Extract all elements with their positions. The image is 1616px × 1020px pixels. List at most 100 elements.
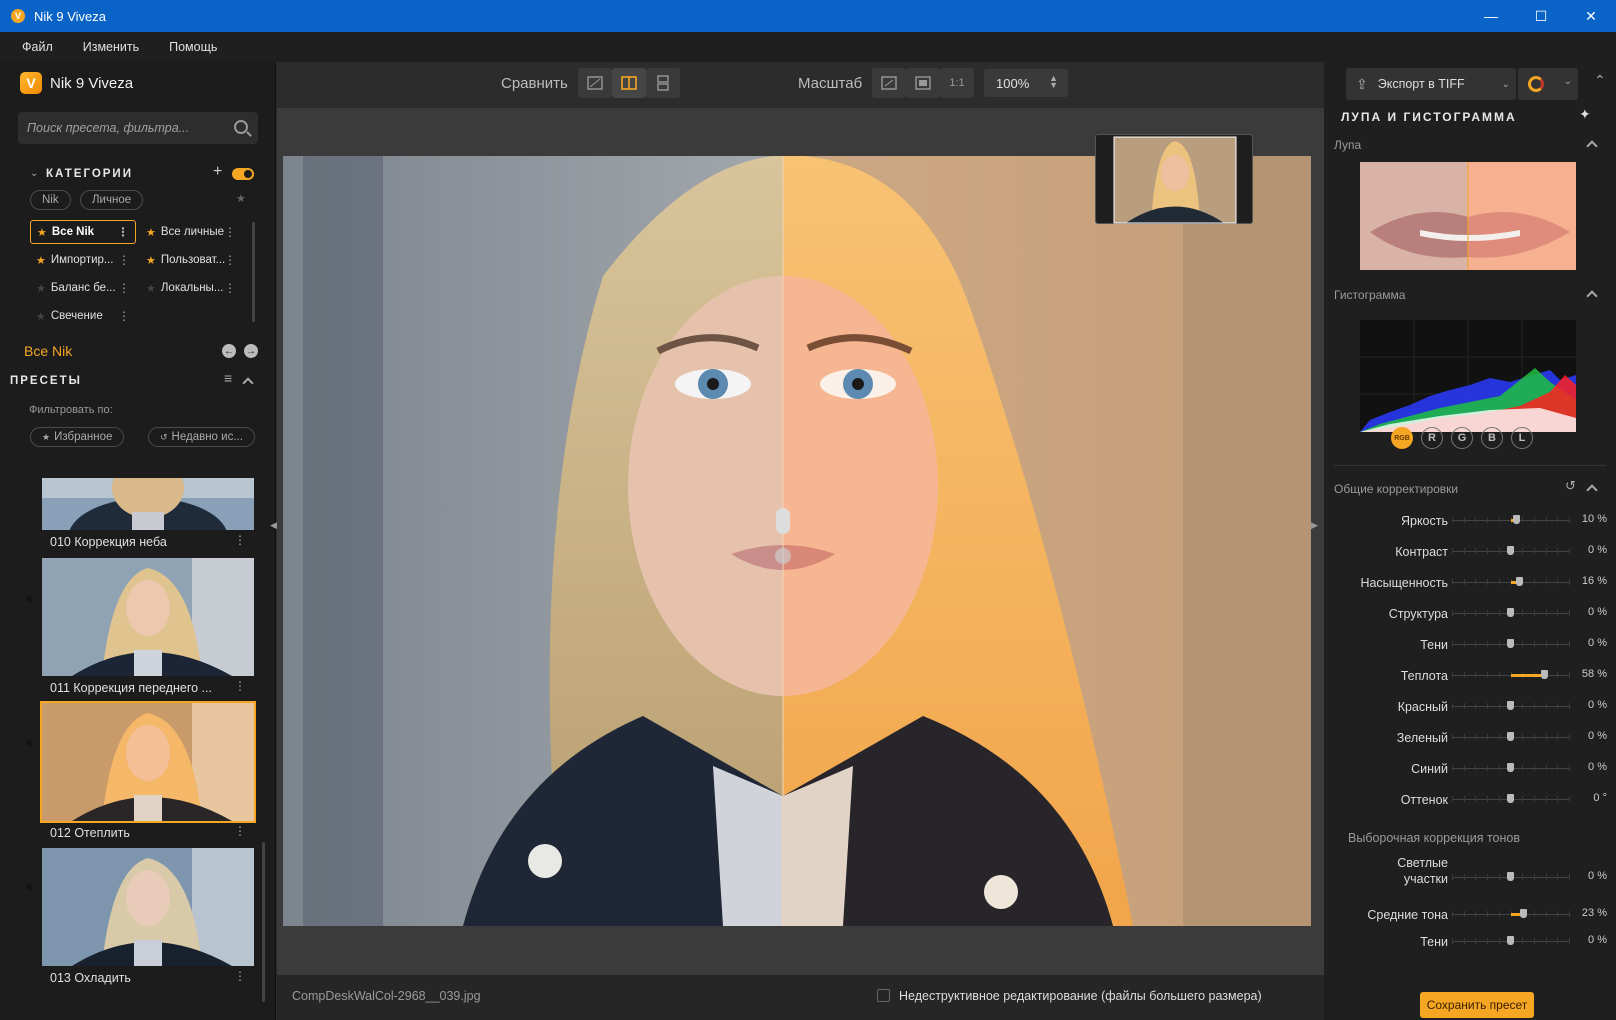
channel-rgb-button[interactable]: RGB: [1391, 427, 1413, 449]
channel-r-button[interactable]: R: [1421, 427, 1443, 449]
navigator-thumbnail[interactable]: [1095, 134, 1253, 224]
slider-track[interactable]: [1452, 794, 1570, 803]
slider-row[interactable]: Насыщенность 16 %: [1324, 568, 1616, 598]
category-all-nik[interactable]: ★ Все Nik ⋮: [30, 220, 136, 244]
slider-row[interactable]: Яркость 10 %: [1324, 506, 1616, 536]
more-icon[interactable]: ⋮: [224, 281, 236, 295]
collapse-left-icon[interactable]: ◀: [270, 520, 277, 531]
more-icon[interactable]: ⋮: [224, 253, 236, 267]
slider-track[interactable]: [1452, 936, 1570, 945]
category-white-balance[interactable]: ★ Баланс бе... ⋮: [30, 276, 136, 300]
collapse-top-icon[interactable]: ⌃: [1594, 72, 1606, 89]
slider-knob[interactable]: [1507, 936, 1514, 945]
collapse-right-icon[interactable]: ▶: [1311, 520, 1318, 531]
chevron-up-icon[interactable]: [1586, 290, 1598, 302]
slider-knob[interactable]: [1507, 639, 1514, 648]
slider-row[interactable]: Структура 0 %: [1324, 599, 1616, 629]
slider-row[interactable]: Теплота 58 %: [1324, 661, 1616, 691]
preset-item[interactable]: 011 Коррекция переднего ... ⋮: [42, 558, 254, 695]
slider-row[interactable]: Средние тона 23 %: [1324, 900, 1616, 930]
categories-scrollbar[interactable]: [252, 222, 255, 322]
compare-side-by-side-button[interactable]: [646, 68, 680, 98]
channel-g-button[interactable]: G: [1451, 427, 1473, 449]
compare-split-button[interactable]: [612, 68, 646, 98]
filter-favorites[interactable]: ★ Избранное: [30, 427, 125, 447]
channel-l-button[interactable]: L: [1511, 427, 1533, 449]
slider-track[interactable]: [1452, 732, 1570, 741]
slider-knob[interactable]: [1507, 732, 1514, 741]
nondestructive-checkbox[interactable]: [877, 989, 890, 1002]
zoom-1to1-button[interactable]: 1:1: [940, 68, 974, 98]
more-icon[interactable]: ⋮: [118, 253, 130, 267]
favorite-star-icon[interactable]: ★: [24, 592, 35, 606]
chevron-down-icon[interactable]: ⌄: [30, 168, 38, 179]
slider-row[interactable]: Тени 0 %: [1324, 927, 1616, 957]
fill-screen-button[interactable]: [906, 68, 940, 98]
category-local[interactable]: ★ Локальны... ⋮: [140, 276, 242, 300]
slider-knob[interactable]: [1516, 577, 1524, 586]
loupe-view[interactable]: [1360, 162, 1576, 270]
slider-knob[interactable]: [1520, 909, 1528, 918]
category-imported[interactable]: ★ Импортир... ⋮: [30, 248, 136, 272]
search-icon[interactable]: [234, 120, 248, 134]
save-preset-button[interactable]: Сохранить пресет: [1420, 992, 1534, 1018]
slider-row[interactable]: Синий 0 %: [1324, 754, 1616, 784]
search-input[interactable]: Поиск пресета, фильтра...: [18, 112, 258, 144]
spin-icon[interactable]: ▲ ▼: [1049, 74, 1058, 90]
slider-knob[interactable]: [1507, 608, 1514, 617]
slider-track[interactable]: [1452, 909, 1570, 918]
slider-knob[interactable]: [1507, 546, 1514, 555]
chevron-up-icon[interactable]: [1586, 484, 1598, 496]
slider-knob[interactable]: [1507, 872, 1514, 881]
fit-to-screen-button[interactable]: [872, 68, 906, 98]
slider-row[interactable]: Оттенок 0 °: [1324, 785, 1616, 815]
slider-track[interactable]: [1452, 608, 1570, 617]
slider-track[interactable]: [1452, 546, 1570, 555]
more-icon[interactable]: ⋮: [118, 281, 130, 295]
filter-recent[interactable]: ↺ Недавно ис...: [148, 427, 255, 447]
compare-single-button[interactable]: [578, 68, 612, 98]
category-all-personal[interactable]: ★ Все личные ⋮: [140, 220, 242, 244]
favorite-star-icon[interactable]: ★: [24, 736, 35, 750]
menu-file[interactable]: Файл: [22, 40, 53, 54]
categories-toggle[interactable]: [232, 168, 254, 180]
slider-row[interactable]: Светлые участки 0 %: [1324, 856, 1616, 893]
menu-edit[interactable]: Изменить: [83, 40, 139, 54]
chip-personal[interactable]: Личное: [80, 190, 144, 210]
more-icon[interactable]: ⋮: [224, 225, 236, 239]
chevron-down-icon[interactable]: ⌄: [1564, 76, 1572, 87]
pin-icon[interactable]: ✦: [1579, 106, 1591, 123]
chevron-up-icon[interactable]: [1586, 140, 1598, 152]
preset-item-selected[interactable]: 012 Отеплить ⋮: [40, 701, 256, 840]
list-view-icon[interactable]: ≡: [224, 370, 232, 386]
chevron-up-icon[interactable]: [242, 377, 254, 389]
minimize-button[interactable]: —: [1466, 0, 1516, 32]
chevron-down-icon[interactable]: ⌄: [1502, 79, 1510, 90]
slider-knob[interactable]: [1507, 763, 1514, 772]
slider-knob[interactable]: [1512, 515, 1520, 524]
app-switch-button[interactable]: ⌄: [1518, 68, 1578, 100]
maximize-button[interactable]: ☐: [1516, 0, 1566, 32]
close-button[interactable]: ✕: [1566, 0, 1616, 32]
category-glow[interactable]: ★ Свечение ⋮: [30, 304, 136, 328]
more-icon[interactable]: ⋮: [117, 225, 129, 239]
channel-b-button[interactable]: B: [1481, 427, 1503, 449]
slider-track[interactable]: [1452, 763, 1570, 772]
slider-track[interactable]: [1452, 670, 1570, 679]
menu-help[interactable]: Помощь: [169, 40, 217, 54]
add-category-icon[interactable]: +: [213, 163, 222, 181]
slider-row[interactable]: Тени 0 %: [1324, 630, 1616, 660]
slider-track[interactable]: [1452, 577, 1570, 586]
main-image[interactable]: [283, 156, 1311, 926]
more-icon[interactable]: ⋮: [234, 969, 246, 983]
chip-nik[interactable]: Nik: [30, 190, 71, 210]
preset-item[interactable]: 010 Коррекция неба ⋮: [42, 478, 254, 549]
more-icon[interactable]: ⋮: [118, 309, 130, 323]
slider-row[interactable]: Красный 0 %: [1324, 692, 1616, 722]
slider-track[interactable]: [1452, 701, 1570, 710]
reset-icon[interactable]: ↺: [1565, 478, 1576, 494]
more-icon[interactable]: ⋮: [234, 679, 246, 693]
slider-knob[interactable]: [1507, 701, 1514, 710]
presets-scrollbar[interactable]: [262, 842, 265, 1002]
favorite-star-icon[interactable]: ★: [24, 880, 35, 894]
